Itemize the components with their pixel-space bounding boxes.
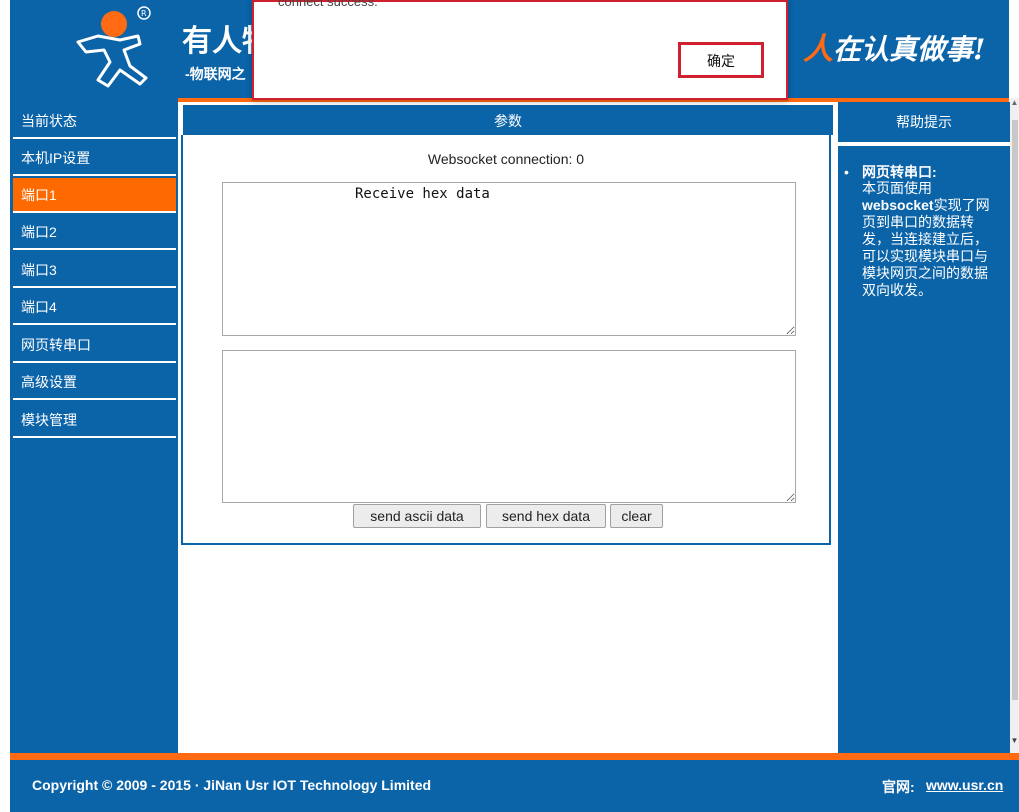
sidebar-item-port1[interactable]: 端口1: [13, 178, 176, 213]
site-label: 官网:: [882, 779, 915, 795]
websocket-status: Websocket connection: 0: [427, 151, 585, 167]
send-ascii-button[interactable]: send ascii data: [353, 504, 481, 528]
sidebar-item-advanced[interactable]: 高级设置: [13, 365, 176, 400]
sidebar-item-port4[interactable]: 端口4: [13, 290, 176, 325]
send-textarea[interactable]: [222, 350, 796, 503]
alert-dialog: connect success. 确定: [252, 0, 788, 100]
scrollbar-thumb[interactable]: [1012, 120, 1018, 700]
receive-textarea[interactable]: Receive hex data: [222, 182, 796, 336]
help-item-text: 本页面使用 websocket实现了网页到串口的数据转发，当连接建立后，可以实现模…: [862, 180, 1000, 299]
dialog-message: connect success.: [278, 0, 378, 9]
site-link[interactable]: www.usr.cn: [926, 777, 1003, 793]
sidebar-item-module-management[interactable]: 模块管理: [13, 403, 176, 438]
section-title: 参数: [183, 105, 833, 135]
params-panel: Websocket connection: 0 Receive hex data…: [181, 135, 831, 545]
sidebar-item-ip-settings[interactable]: 本机IP设置: [13, 141, 176, 176]
slogan: 在认真做事!: [833, 33, 986, 66]
scroll-up-arrow-icon[interactable]: ▲: [1010, 98, 1019, 110]
brand-subtitle: -物联网之: [185, 66, 246, 82]
send-hex-button[interactable]: send hex data: [486, 504, 606, 528]
help-header: 帮助提示: [838, 102, 1010, 142]
dialog-ok-button[interactable]: 确定: [678, 42, 764, 78]
slogan-accent: 人: [803, 32, 833, 67]
footer-divider: [10, 753, 1019, 760]
copyright-text: Copyright © 2009 - 2015 · JiNan Usr IOT …: [32, 777, 432, 793]
sidebar-item-web-to-serial[interactable]: 网页转串口: [13, 328, 176, 363]
usr-logo-icon: R: [76, 6, 151, 88]
help-item-title: 网页转串口:: [862, 164, 937, 180]
help-text-part1: 本页面使用: [862, 180, 932, 196]
footer: Copyright © 2009 - 2015 · JiNan Usr IOT …: [10, 760, 1019, 812]
svg-text:R: R: [141, 9, 147, 18]
sidebar-item-status[interactable]: 当前状态: [13, 104, 176, 139]
clear-button[interactable]: clear: [610, 504, 663, 528]
help-panel: • 网页转串口: 本页面使用 websocket实现了网页到串口的数据转发，当连接…: [838, 146, 1010, 753]
sidebar-nav: 当前状态 本机IP设置 端口1 端口2 端口3 端口4 网页转串口 高级设置 模…: [10, 98, 178, 753]
help-text-bold: websocket: [862, 197, 934, 213]
sidebar-item-port2[interactable]: 端口2: [13, 215, 176, 250]
sidebar-item-port3[interactable]: 端口3: [13, 253, 176, 288]
scroll-down-arrow-icon[interactable]: ▼: [1010, 736, 1019, 748]
bullet-icon: •: [844, 164, 849, 180]
